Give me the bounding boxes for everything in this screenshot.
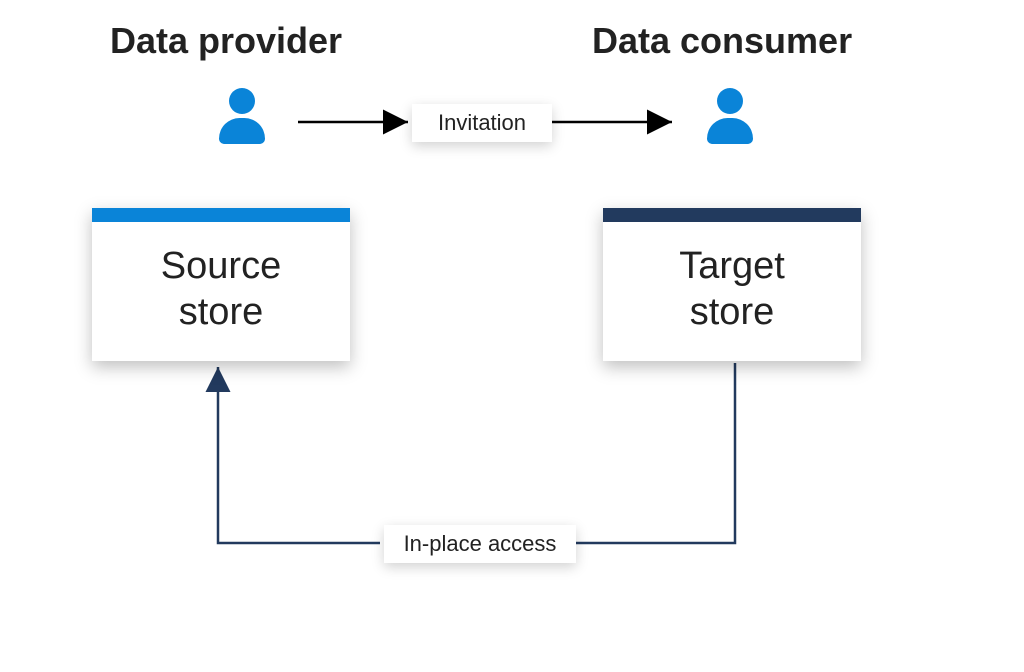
person-head-icon (229, 88, 255, 114)
source-store-bar (92, 208, 350, 222)
person-body-icon (219, 118, 265, 144)
person-body-icon (707, 118, 753, 144)
person-head-icon (717, 88, 743, 114)
consumer-person-icon (700, 88, 760, 144)
target-store-box: Target store (603, 208, 861, 361)
inplace-line-left (218, 367, 380, 543)
source-store-line2: store (179, 291, 263, 333)
target-store-bar (603, 208, 861, 222)
provider-person-icon (212, 88, 272, 144)
inplace-label: In-place access (384, 525, 576, 563)
target-store-label: Target store (603, 222, 861, 361)
source-store-box: Source store (92, 208, 350, 361)
target-store-line2: store (690, 291, 774, 333)
invitation-label: Invitation (412, 104, 552, 142)
target-store-line1: Target (679, 245, 785, 287)
inplace-line-right (575, 363, 735, 543)
consumer-title: Data consumer (592, 20, 852, 62)
source-store-label: Source store (92, 222, 350, 361)
provider-title: Data provider (110, 20, 342, 62)
source-store-line1: Source (161, 245, 281, 287)
